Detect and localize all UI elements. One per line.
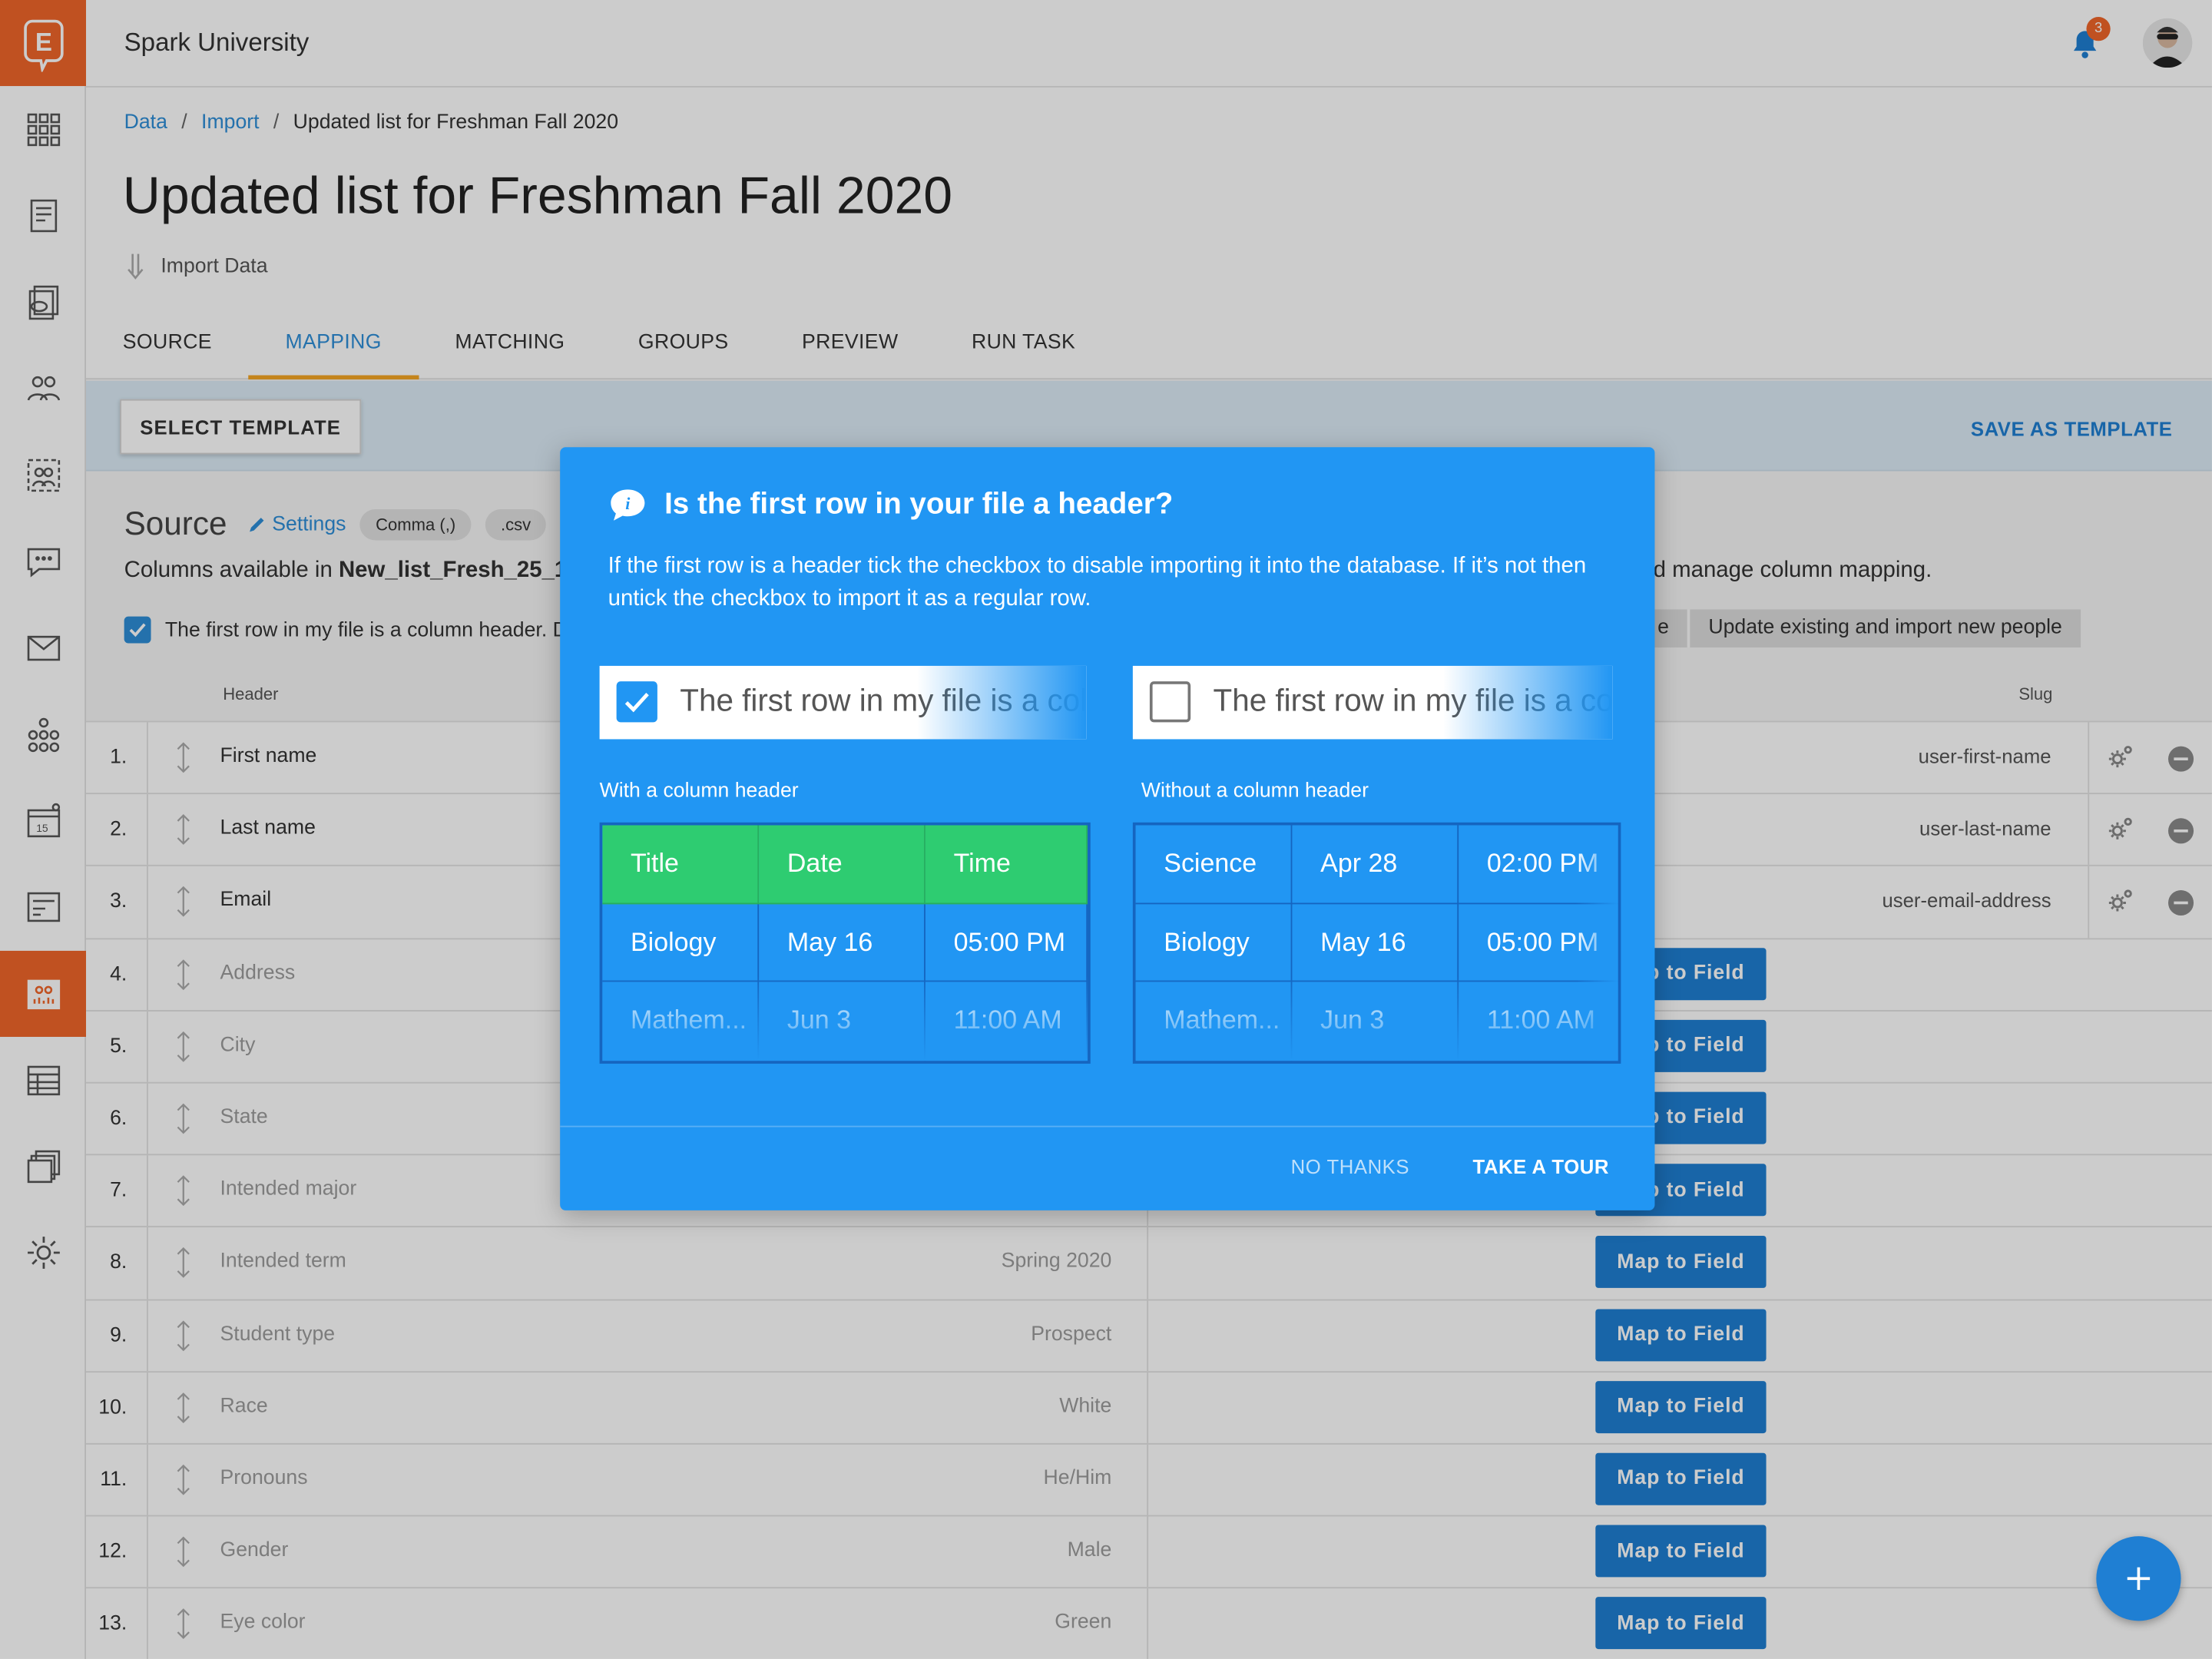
- table-fade: [602, 975, 1088, 1061]
- take-a-tour-button[interactable]: TAKE A TOUR: [1473, 1155, 1609, 1177]
- example-cell: Science: [1135, 825, 1293, 904]
- example-table-without-header: Science Apr 28 02:00 PM Biology May 16 05:00 …: [1132, 822, 1621, 1063]
- svg-text:i: i: [625, 494, 631, 513]
- example-cell: May 16: [759, 903, 926, 982]
- option-checked[interactable]: The first row in my file is a column hea…: [599, 665, 1087, 740]
- example-cell: May 16: [1292, 903, 1459, 982]
- example-cell: Biology: [1135, 903, 1293, 982]
- dialog-body: If the first row is a header tick the ch…: [608, 554, 1587, 611]
- text-fade: [1442, 665, 1613, 740]
- table-fade-right: [1575, 825, 1618, 1061]
- checkbox-checked[interactable]: [616, 681, 657, 723]
- example-cell: 05:00 PM: [925, 903, 1088, 982]
- plus-icon: [2127, 1567, 2151, 1590]
- checkbox-unchecked[interactable]: [1149, 681, 1191, 723]
- check-icon: [624, 693, 649, 713]
- example-header-cell: Title: [602, 825, 760, 904]
- dialog-divider: [560, 1125, 1655, 1128]
- dialog-title-text: Is the first row in your file a header?: [664, 488, 1174, 521]
- info-bubble-icon: i: [611, 489, 645, 521]
- table-fade: [1135, 975, 1618, 1061]
- without-header-label: Without a column header: [1141, 780, 1369, 803]
- add-fab-button[interactable]: [2096, 1536, 2181, 1621]
- example-cell: Apr 28: [1292, 825, 1459, 904]
- example-table-with-header: TitleDateTimeBiologyMay 1605:00 PMMathem…: [599, 822, 1091, 1063]
- dialog-title: i Is the first row in your file a header…: [608, 487, 1174, 524]
- with-header-label: With a column header: [599, 780, 799, 803]
- header-row-dialog: i Is the first row in your file a header…: [560, 447, 1655, 1210]
- example-header-cell: Date: [759, 825, 926, 904]
- option-unchecked[interactable]: The first row in my file is a column hea…: [1132, 665, 1613, 740]
- example-header-cell: Time: [925, 825, 1088, 904]
- example-cell: Biology: [602, 903, 760, 982]
- no-thanks-button[interactable]: NO THANKS: [1291, 1155, 1410, 1177]
- text-fade: [916, 665, 1087, 740]
